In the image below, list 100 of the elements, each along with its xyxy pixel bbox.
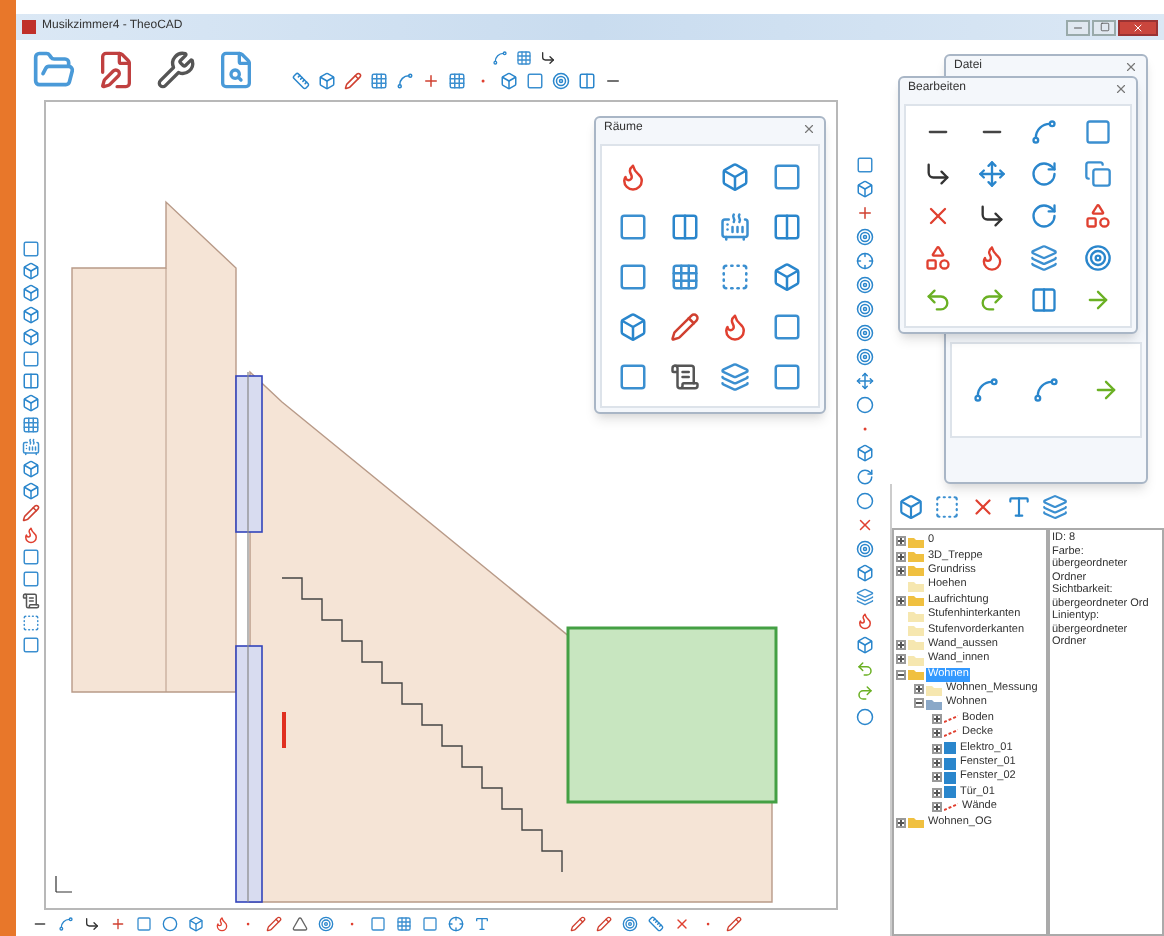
redo-icon[interactable] [977,286,1006,314]
pencil-icon[interactable] [21,504,39,522]
column-icon[interactable] [669,211,700,241]
circle-icon[interactable] [162,915,178,931]
cube-icon[interactable] [772,261,803,291]
layers-icon[interactable] [720,361,751,391]
square-icon[interactable] [21,548,39,566]
scroll-icon[interactable] [669,361,700,391]
curve-icon[interactable] [58,915,74,931]
expand-toggle[interactable] [896,536,906,547]
maximize-button[interactable] [1092,19,1116,35]
target-icon[interactable] [552,72,570,90]
grid-icon[interactable] [21,416,39,434]
square-icon[interactable] [772,361,803,391]
flame-icon[interactable] [214,915,230,931]
corner-icon[interactable] [84,915,100,931]
radiator-icon[interactable] [720,211,751,241]
square-icon[interactable] [526,72,544,90]
cube-icon[interactable] [898,493,924,519]
column-icon[interactable] [772,211,803,241]
layers-icon[interactable] [1042,493,1068,519]
undo-icon[interactable] [923,286,952,314]
cube-icon[interactable] [855,444,873,462]
cube-icon[interactable] [21,394,39,412]
expand-toggle[interactable] [932,713,942,724]
ruler-icon[interactable] [292,72,310,90]
move-icon[interactable] [977,160,1006,188]
grid-icon[interactable] [370,72,388,90]
expand-toggle[interactable] [932,728,942,739]
expand-toggle[interactable] [896,595,906,606]
corner-icon[interactable] [540,50,556,66]
expand-toggle[interactable] [932,802,942,813]
square-icon[interactable] [21,636,39,654]
pencil-icon[interactable] [669,311,700,341]
plus-icon[interactable] [422,72,440,90]
square-icon[interactable] [21,350,39,368]
radiator-icon[interactable] [21,438,39,456]
close-icon[interactable] [802,122,816,136]
rotate-icon[interactable] [855,468,873,486]
undo-icon[interactable] [855,660,873,678]
square-icon[interactable] [617,211,648,241]
crosshair-icon[interactable] [448,915,464,931]
target-icon[interactable] [855,228,873,246]
expand-toggle[interactable] [932,772,942,783]
expand-toggle[interactable] [896,654,906,665]
circle-icon[interactable] [855,708,873,726]
cube-icon[interactable] [21,306,39,324]
layers-icon[interactable] [855,588,873,606]
cube-icon[interactable] [617,311,648,341]
plus-icon[interactable] [855,204,873,222]
expand-toggle[interactable] [896,551,906,562]
minimize-button[interactable] [1066,19,1090,35]
close-icon[interactable] [1124,60,1138,74]
expand-toggle[interactable] [896,565,906,576]
grid-icon[interactable] [448,72,466,90]
shapes-icon[interactable] [923,244,952,272]
flame-icon[interactable] [977,244,1006,272]
square-icon[interactable] [21,570,39,588]
grid-icon[interactable] [396,915,412,931]
pencil-icon[interactable] [570,915,586,931]
target-icon[interactable] [318,915,334,931]
cube-icon[interactable] [855,180,873,198]
target-icon[interactable] [855,540,873,558]
cube-icon[interactable] [720,161,751,191]
square-icon[interactable] [1084,118,1113,146]
square-icon[interactable] [617,361,648,391]
corner-icon[interactable] [977,202,1006,230]
expand-toggle[interactable] [896,817,906,828]
square-icon[interactable] [617,261,648,291]
triangle-icon[interactable] [292,915,308,931]
document-search-icon[interactable] [216,50,256,90]
plus-icon[interactable] [110,915,126,931]
square-icon[interactable] [772,161,803,191]
grid-icon[interactable] [516,50,532,66]
expand-toggle[interactable] [932,743,942,754]
cube-icon[interactable] [21,262,39,280]
column-icon[interactable] [578,72,596,90]
flame-icon[interactable] [855,612,873,630]
target-icon[interactable] [1084,244,1113,272]
circle-icon[interactable] [855,492,873,510]
square-icon[interactable] [855,156,873,174]
dashed-square-icon[interactable] [720,261,751,291]
text-tool-icon[interactable] [1006,493,1032,519]
curve-icon[interactable] [1030,118,1059,146]
cube-icon[interactable] [21,460,39,478]
flame-icon[interactable] [617,161,648,191]
pencil-icon[interactable] [596,915,612,931]
pencil-icon[interactable] [726,915,742,931]
cube-icon[interactable] [500,72,518,90]
column-icon[interactable] [1030,286,1059,314]
expand-toggle[interactable] [896,639,906,650]
layers-icon[interactable] [1030,244,1059,272]
shapes-icon[interactable] [1084,202,1113,230]
redo-icon[interactable] [855,684,873,702]
close-icon[interactable] [1114,82,1128,96]
copy-icon[interactable] [1084,160,1113,188]
delete-icon[interactable] [970,493,996,519]
text-tool-icon[interactable] [474,915,490,931]
column-icon[interactable] [21,372,39,390]
square-icon[interactable] [136,915,152,931]
